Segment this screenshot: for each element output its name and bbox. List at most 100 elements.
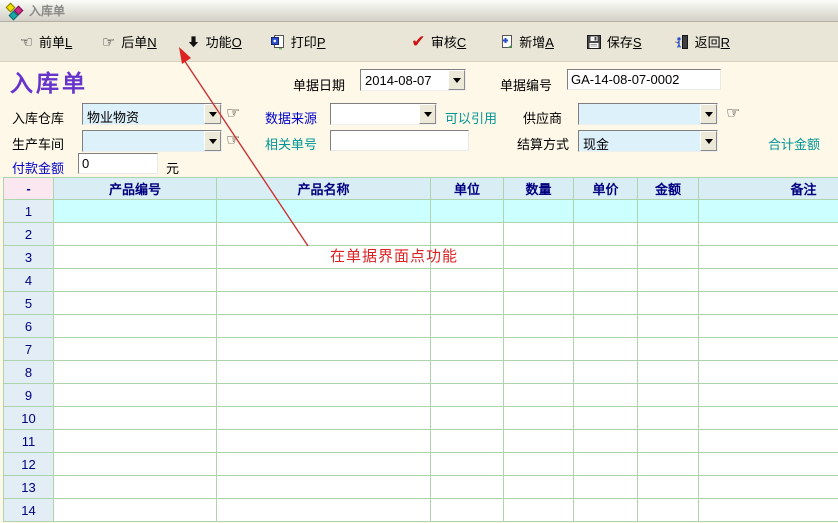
grid-cell[interactable] bbox=[431, 223, 504, 246]
grid-cell[interactable] bbox=[574, 223, 638, 246]
grid-cell[interactable] bbox=[54, 315, 217, 338]
grid-cell[interactable] bbox=[431, 338, 504, 361]
grid-header-product-code[interactable]: 产品编号 bbox=[54, 178, 217, 200]
grid-cell[interactable] bbox=[504, 476, 574, 499]
grid-cell[interactable] bbox=[699, 384, 838, 407]
grid-cell[interactable] bbox=[574, 430, 638, 453]
supplier-combo[interactable] bbox=[578, 103, 718, 125]
grid-cell[interactable] bbox=[504, 292, 574, 315]
grid-cell[interactable] bbox=[638, 292, 699, 315]
grid-cell[interactable] bbox=[431, 361, 504, 384]
grid-header-product-name[interactable]: 产品名称 bbox=[217, 178, 431, 200]
grid-cell[interactable] bbox=[54, 223, 217, 246]
grid-cell[interactable] bbox=[699, 338, 838, 361]
grid-cell[interactable] bbox=[504, 223, 574, 246]
new-button[interactable]: 新增A bbox=[494, 29, 558, 54]
grid-cell[interactable] bbox=[54, 476, 217, 499]
supplier-dropdown-icon[interactable] bbox=[700, 104, 717, 124]
grid-header-quantity[interactable]: 数量 bbox=[504, 178, 574, 200]
related-no-input[interactable] bbox=[330, 130, 469, 151]
grid-cell[interactable] bbox=[574, 361, 638, 384]
grid-cell[interactable] bbox=[504, 430, 574, 453]
grid-cell[interactable] bbox=[699, 246, 838, 269]
row-number-cell[interactable]: 11 bbox=[4, 430, 54, 453]
grid-cell[interactable] bbox=[431, 315, 504, 338]
grid-cell[interactable] bbox=[574, 384, 638, 407]
prev-doc-button[interactable]: ☜ 前单L bbox=[14, 29, 76, 54]
grid-cell[interactable] bbox=[217, 407, 431, 430]
row-number-cell[interactable]: 13 bbox=[4, 476, 54, 499]
workshop-pick-hand-icon[interactable]: ☞ bbox=[226, 130, 240, 149]
grid-cell[interactable] bbox=[638, 361, 699, 384]
doc-no-input[interactable] bbox=[567, 69, 721, 90]
function-button[interactable]: 功能O bbox=[181, 29, 246, 54]
print-button[interactable]: 打印P bbox=[266, 29, 330, 54]
grid-cell[interactable] bbox=[699, 200, 838, 223]
grid-cell[interactable] bbox=[638, 315, 699, 338]
grid-cell[interactable] bbox=[54, 292, 217, 315]
next-doc-button[interactable]: ☞ 后单N bbox=[96, 29, 160, 54]
warehouse-pick-hand-icon[interactable]: ☞ bbox=[226, 103, 240, 122]
grid-cell[interactable] bbox=[574, 200, 638, 223]
audit-button[interactable]: ✔ 审核C bbox=[406, 29, 470, 54]
grid-cell[interactable] bbox=[54, 453, 217, 476]
grid-cell[interactable] bbox=[638, 384, 699, 407]
grid-cell[interactable] bbox=[54, 361, 217, 384]
data-source-combo[interactable] bbox=[330, 103, 437, 125]
workshop-combo[interactable] bbox=[82, 130, 222, 152]
grid-cell[interactable] bbox=[504, 499, 574, 522]
grid-cell[interactable] bbox=[217, 223, 431, 246]
grid-cell[interactable] bbox=[54, 407, 217, 430]
grid-cell[interactable] bbox=[54, 499, 217, 522]
grid-cell[interactable] bbox=[217, 453, 431, 476]
grid-cell[interactable] bbox=[638, 338, 699, 361]
grid-cell[interactable] bbox=[504, 453, 574, 476]
settlement-combo[interactable]: 现金 bbox=[578, 130, 718, 152]
doc-date-dropdown-icon[interactable] bbox=[448, 70, 465, 90]
grid-cell[interactable] bbox=[54, 430, 217, 453]
row-number-cell[interactable]: 5 bbox=[4, 292, 54, 315]
grid-cell[interactable] bbox=[431, 269, 504, 292]
grid-cell[interactable] bbox=[638, 499, 699, 522]
grid-cell[interactable] bbox=[217, 292, 431, 315]
grid-cell[interactable] bbox=[504, 338, 574, 361]
doc-date-combo[interactable]: 2014-08-07 bbox=[360, 69, 466, 91]
grid-cell[interactable] bbox=[574, 453, 638, 476]
grid-cell[interactable] bbox=[638, 407, 699, 430]
grid-cell[interactable] bbox=[431, 407, 504, 430]
grid-cell[interactable] bbox=[217, 384, 431, 407]
supplier-pick-hand-icon[interactable]: ☞ bbox=[726, 103, 740, 122]
grid-cell[interactable] bbox=[574, 246, 638, 269]
grid-cell[interactable] bbox=[699, 476, 838, 499]
grid-cell[interactable] bbox=[699, 407, 838, 430]
grid-cell[interactable] bbox=[431, 200, 504, 223]
row-number-cell[interactable]: 6 bbox=[4, 315, 54, 338]
grid-cell[interactable] bbox=[574, 269, 638, 292]
settlement-dropdown-icon[interactable] bbox=[700, 131, 717, 151]
grid-header-amount[interactable]: 金额 bbox=[638, 178, 699, 200]
grid-cell[interactable] bbox=[431, 453, 504, 476]
grid-cell[interactable] bbox=[574, 499, 638, 522]
grid-cell[interactable] bbox=[699, 430, 838, 453]
grid-cell[interactable] bbox=[699, 292, 838, 315]
payment-input[interactable] bbox=[78, 153, 158, 174]
grid-cell[interactable] bbox=[217, 338, 431, 361]
grid-header-remark[interactable]: 备注 bbox=[699, 178, 838, 200]
row-number-cell[interactable]: 9 bbox=[4, 384, 54, 407]
grid-cell[interactable] bbox=[217, 315, 431, 338]
grid-cell[interactable] bbox=[699, 223, 838, 246]
grid-cell[interactable] bbox=[54, 384, 217, 407]
return-button[interactable]: 返回R bbox=[670, 29, 734, 54]
grid-cell[interactable] bbox=[504, 384, 574, 407]
row-number-cell[interactable]: 7 bbox=[4, 338, 54, 361]
grid-cell[interactable] bbox=[699, 499, 838, 522]
row-number-cell[interactable]: 8 bbox=[4, 361, 54, 384]
grid-cell[interactable] bbox=[638, 246, 699, 269]
row-number-cell[interactable]: 1 bbox=[4, 200, 54, 223]
grid-cell[interactable] bbox=[54, 200, 217, 223]
grid-cell[interactable] bbox=[431, 499, 504, 522]
row-number-cell[interactable]: 14 bbox=[4, 499, 54, 522]
grid-cell[interactable] bbox=[699, 361, 838, 384]
grid-cell[interactable] bbox=[638, 223, 699, 246]
workshop-dropdown-icon[interactable] bbox=[204, 131, 221, 151]
